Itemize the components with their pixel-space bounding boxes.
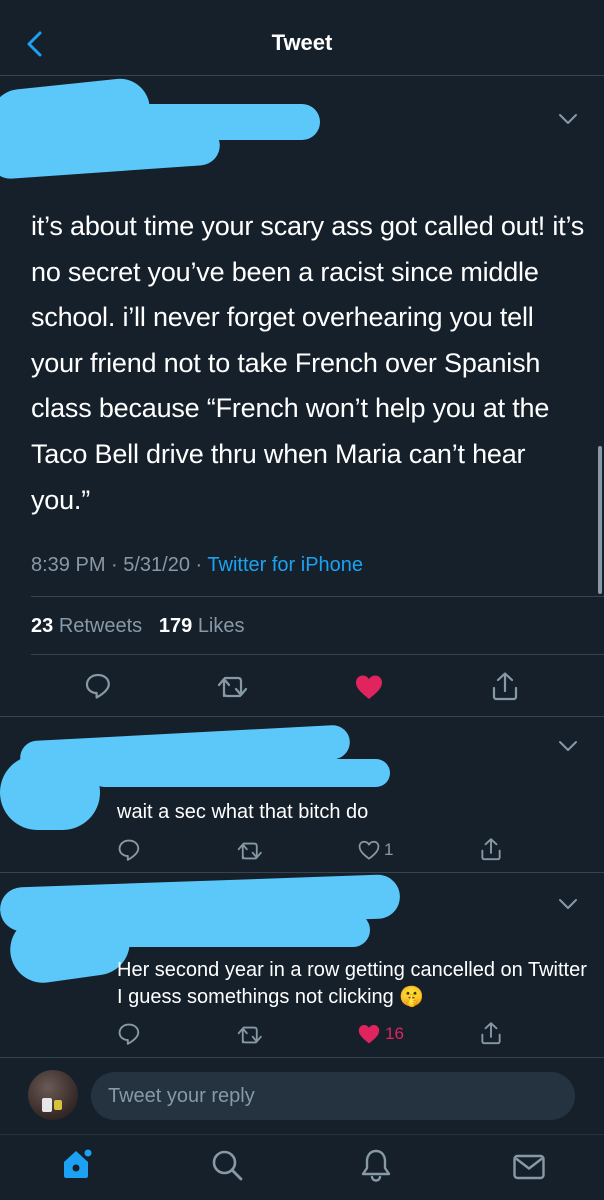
reply-input-placeholder: Tweet your reply	[108, 1085, 255, 1107]
tweet-meta: 8:39 PM · 5/31/20 · Twitter for iPhone	[31, 554, 363, 577]
reply-like-count: 1	[384, 840, 394, 859]
avatar[interactable]	[28, 1070, 78, 1120]
like-heart-outline-icon[interactable]	[357, 839, 381, 861]
retweet-icon[interactable]	[237, 1024, 265, 1046]
redacted-reply-author-2	[0, 755, 100, 830]
retweets-count: 23	[31, 615, 54, 637]
reply-item[interactable]: wait a sec what that bitch do 1	[0, 717, 604, 872]
home-icon[interactable]	[59, 1145, 95, 1181]
likes-stat[interactable]: 179 Likes	[159, 615, 245, 637]
reply-icon[interactable]	[117, 838, 141, 862]
redacted-reply-handle	[90, 759, 390, 787]
search-icon[interactable]	[210, 1148, 244, 1182]
retweets-label: Retweets	[58, 615, 143, 637]
share-icon[interactable]	[480, 1021, 502, 1045]
scrollbar[interactable]	[598, 446, 602, 594]
chevron-down-icon[interactable]	[558, 739, 578, 753]
tweet-source-link[interactable]: Twitter for iPhone	[207, 554, 363, 576]
tweet-text: it’s about time your scary ass got calle…	[31, 211, 585, 515]
reply-text: Her second year in a row getting cancell…	[117, 959, 587, 1008]
reply-icon[interactable]	[117, 1022, 141, 1046]
likes-count: 179	[158, 615, 193, 637]
share-icon[interactable]	[480, 837, 502, 861]
reply-icon[interactable]	[84, 672, 112, 700]
like-heart-icon[interactable]	[354, 673, 384, 701]
reply-text: wait a sec what that bitch do	[117, 801, 369, 823]
likes-label: Likes	[197, 615, 245, 637]
like-heart-icon[interactable]	[357, 1023, 381, 1045]
retweets-stat[interactable]: 23 Retweets	[31, 615, 148, 637]
tweet-stats: 23 Retweets 179 Likes	[31, 615, 245, 638]
retweet-icon[interactable]	[217, 674, 251, 700]
page-title: Tweet	[271, 30, 333, 55]
chevron-down-icon[interactable]	[558, 897, 578, 911]
notifications-icon[interactable]	[359, 1147, 393, 1183]
tab-bar	[0, 1135, 604, 1200]
retweet-icon[interactable]	[237, 840, 265, 862]
chevron-down-icon[interactable]	[558, 112, 578, 126]
main-tweet: it’s about time your scary ass got calle…	[0, 75, 604, 716]
shushing-face-emoji: 🤫	[399, 986, 425, 1008]
reply-item[interactable]: Her second year in a row getting cancell…	[0, 873, 604, 1057]
share-icon[interactable]	[491, 671, 519, 701]
tweet-timestamp: 8:39 PM · 5/31/20 ·	[31, 554, 208, 576]
messages-icon[interactable]	[512, 1153, 546, 1181]
reply-like-count: 16	[385, 1024, 404, 1043]
header: Tweet	[0, 0, 604, 75]
reply-composer: Tweet your reply	[0, 1058, 604, 1134]
reply-input[interactable]: Tweet your reply	[91, 1072, 575, 1120]
reply-text-block: Her second year in a row getting cancell…	[117, 957, 587, 1011]
redacted-reply-handle	[60, 913, 370, 947]
